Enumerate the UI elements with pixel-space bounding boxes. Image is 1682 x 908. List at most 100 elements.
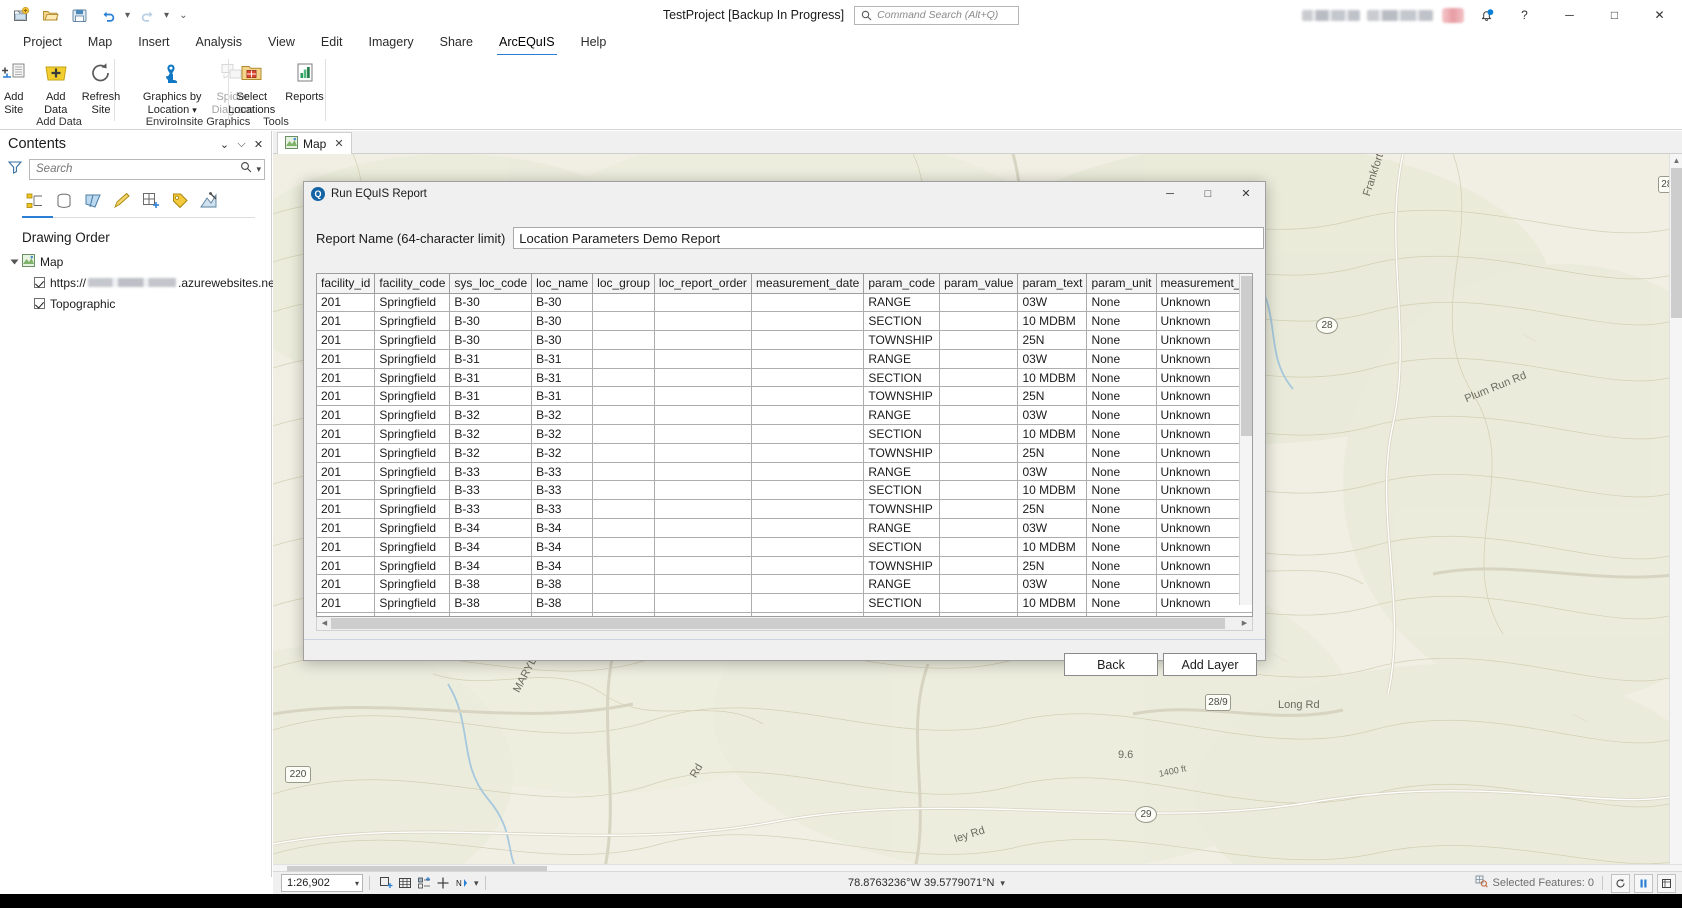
map-vertical-scrollbar[interactable]: ▲ ▼ bbox=[1669, 154, 1682, 877]
cell-measurement_date[interactable] bbox=[751, 405, 865, 426]
table-row[interactable]: 201 Springfield B-32 B-32 SECTION 10 MDBM None… bbox=[317, 424, 1252, 444]
cell-loc_name[interactable]: B-30 bbox=[531, 330, 594, 350]
cell-loc_report_order[interactable] bbox=[654, 330, 752, 350]
cell-sys_loc_code[interactable]: B-33 bbox=[449, 462, 533, 482]
customize-qat-icon[interactable]: ⌄ bbox=[179, 10, 187, 21]
undo-dropdown-caret[interactable]: ▾ bbox=[125, 10, 130, 21]
tab-map[interactable]: Map ✕ bbox=[277, 132, 352, 154]
cell-sys_loc_code[interactable]: B-33 bbox=[449, 480, 533, 501]
cell-facility_id[interactable]: 201 bbox=[317, 537, 376, 557]
cell-param_value[interactable] bbox=[939, 556, 1019, 576]
cell-param_unit[interactable]: None bbox=[1086, 593, 1157, 614]
filter-icon[interactable] bbox=[7, 160, 23, 179]
table-row[interactable]: 201 Springfield B-31 B-31 RANGE 03W None Unknow… bbox=[317, 349, 1252, 369]
table-row[interactable]: 201 Springfield B-34 B-34 TOWNSHIP 25N None Unk… bbox=[317, 556, 1252, 576]
scroll-left-icon[interactable]: ◀ bbox=[318, 619, 331, 627]
cell-param_text[interactable]: 25N bbox=[1017, 330, 1088, 350]
cell-loc_report_order[interactable] bbox=[654, 556, 752, 576]
column-header-loc_name[interactable]: loc_name bbox=[531, 274, 594, 294]
table-row[interactable]: 201 Springfield B-38 B-38 RANGE 03W None Unknow… bbox=[317, 574, 1252, 595]
cell-param_unit[interactable]: None bbox=[1086, 518, 1157, 538]
cell-loc_name[interactable]: B-32 bbox=[531, 405, 594, 426]
table-row[interactable]: 201 Springfield B-38 B-38 SECTION 10 MDBM None… bbox=[317, 593, 1252, 614]
cell-measurement_date[interactable] bbox=[751, 330, 865, 350]
cell-facility_id[interactable]: 201 bbox=[317, 424, 376, 444]
column-header-param_unit[interactable]: param_unit bbox=[1086, 274, 1157, 294]
cell-measurement_date[interactable] bbox=[751, 349, 865, 369]
table-row[interactable]: 201 Springfield B-30 B-30 RANGE 03W None Unknow… bbox=[317, 293, 1252, 313]
cell-param_unit[interactable]: None bbox=[1086, 386, 1157, 407]
ribbon-tab-imagery[interactable]: Imagery bbox=[355, 32, 426, 53]
cell-loc_report_order[interactable] bbox=[654, 462, 752, 482]
cell-param_text[interactable]: 10 MDBM bbox=[1017, 537, 1088, 557]
cell-param_text[interactable]: 25N bbox=[1017, 443, 1088, 463]
cell-loc_group[interactable] bbox=[592, 386, 655, 407]
map-vscroll-thumb[interactable] bbox=[1671, 168, 1682, 318]
cell-param_text[interactable]: 10 MDBM bbox=[1017, 480, 1088, 501]
column-header-param_value[interactable]: param_value bbox=[939, 274, 1019, 294]
dialog-minimize-button[interactable]: ─ bbox=[1151, 182, 1189, 205]
cell-param_value[interactable] bbox=[939, 593, 1019, 614]
cell-param_code[interactable]: SECTION bbox=[863, 424, 941, 444]
cell-param_value[interactable] bbox=[939, 480, 1019, 501]
cell-measurement_date[interactable] bbox=[751, 424, 865, 444]
cell-facility_id[interactable]: 201 bbox=[317, 368, 376, 388]
column-header-param_text[interactable]: param_text bbox=[1017, 274, 1088, 294]
cell-facility_id[interactable]: 201 bbox=[317, 349, 376, 369]
cell-loc_group[interactable] bbox=[592, 518, 655, 538]
cell-param_unit[interactable]: None bbox=[1086, 499, 1157, 520]
cell-param_code[interactable]: SECTION bbox=[863, 480, 941, 501]
cell-param_text[interactable]: 10 MDBM bbox=[1017, 368, 1088, 388]
chevron-down-icon[interactable]: ▾ bbox=[1000, 878, 1005, 889]
grid-horizontal-scrollbar[interactable]: ◀ ▶ bbox=[316, 617, 1253, 631]
cell-loc_name[interactable]: B-38 bbox=[531, 574, 594, 595]
cell-facility_id[interactable]: 201 bbox=[317, 518, 376, 538]
layer-visibility-checkbox[interactable] bbox=[34, 277, 45, 288]
grid-icon[interactable] bbox=[395, 874, 414, 893]
ribbon-tab-help[interactable]: Help bbox=[568, 32, 620, 53]
cell-loc_group[interactable] bbox=[592, 574, 655, 595]
cell-param_value[interactable] bbox=[939, 349, 1019, 369]
undo-icon[interactable] bbox=[95, 2, 121, 28]
cell-loc_name[interactable]: B-31 bbox=[531, 368, 594, 388]
ribbon-tab-arcequis[interactable]: ArcEQuIS bbox=[486, 32, 568, 56]
cell-loc_group[interactable] bbox=[592, 405, 655, 426]
cell-param_code[interactable]: TOWNSHIP bbox=[863, 330, 941, 350]
search-icon[interactable] bbox=[240, 160, 252, 178]
cell-sys_loc_code[interactable]: B-31 bbox=[449, 349, 533, 369]
cell-facility_id[interactable]: 201 bbox=[317, 405, 376, 426]
cell-sys_loc_code[interactable]: B-31 bbox=[449, 386, 533, 407]
cell-param_unit[interactable]: None bbox=[1086, 293, 1157, 313]
cell-param_value[interactable] bbox=[939, 462, 1019, 482]
add-site-button[interactable]: Add Site bbox=[0, 58, 35, 116]
cell-facility_code[interactable]: Springfield bbox=[374, 537, 451, 557]
list-by-labeling-icon[interactable] bbox=[167, 188, 193, 214]
cell-param_value[interactable] bbox=[939, 405, 1019, 426]
cell-measurement_date[interactable] bbox=[751, 443, 865, 463]
cell-loc_report_order[interactable] bbox=[654, 311, 752, 332]
cell-measurement_date[interactable] bbox=[751, 537, 865, 557]
cell-measurement_date[interactable] bbox=[751, 311, 865, 332]
cell-param_value[interactable] bbox=[939, 443, 1019, 463]
ribbon-tab-map[interactable]: Map bbox=[75, 32, 125, 53]
cell-param_value[interactable] bbox=[939, 518, 1019, 538]
cell-sys_loc_code[interactable]: B-34 bbox=[449, 518, 533, 538]
table-row[interactable]: 201 Springfield B-31 B-31 TOWNSHIP 25N None Unk… bbox=[317, 386, 1252, 407]
cell-measurement_date[interactable] bbox=[751, 293, 865, 313]
grid-vscroll-thumb[interactable] bbox=[1241, 276, 1252, 436]
chevron-down-icon[interactable]: ▾ bbox=[192, 105, 197, 115]
cell-facility_id[interactable]: 201 bbox=[317, 311, 376, 332]
cell-facility_code[interactable]: Springfield bbox=[374, 480, 451, 501]
cell-loc_group[interactable] bbox=[592, 311, 655, 332]
cell-loc_name[interactable]: B-34 bbox=[531, 556, 594, 576]
cell-measurement_date[interactable] bbox=[751, 386, 865, 407]
cell-param_unit[interactable]: None bbox=[1086, 574, 1157, 595]
cell-measurement_date[interactable] bbox=[751, 574, 865, 595]
cell-param_code[interactable]: TOWNSHIP bbox=[863, 556, 941, 576]
north-icon[interactable]: N bbox=[452, 874, 471, 893]
cell-loc_report_order[interactable] bbox=[654, 405, 752, 426]
column-header-loc_group[interactable]: loc_group bbox=[592, 274, 655, 294]
cell-param_unit[interactable]: None bbox=[1086, 443, 1157, 463]
cell-facility_code[interactable]: Springfield bbox=[374, 462, 451, 482]
cell-param_text[interactable]: 03W bbox=[1017, 349, 1088, 369]
